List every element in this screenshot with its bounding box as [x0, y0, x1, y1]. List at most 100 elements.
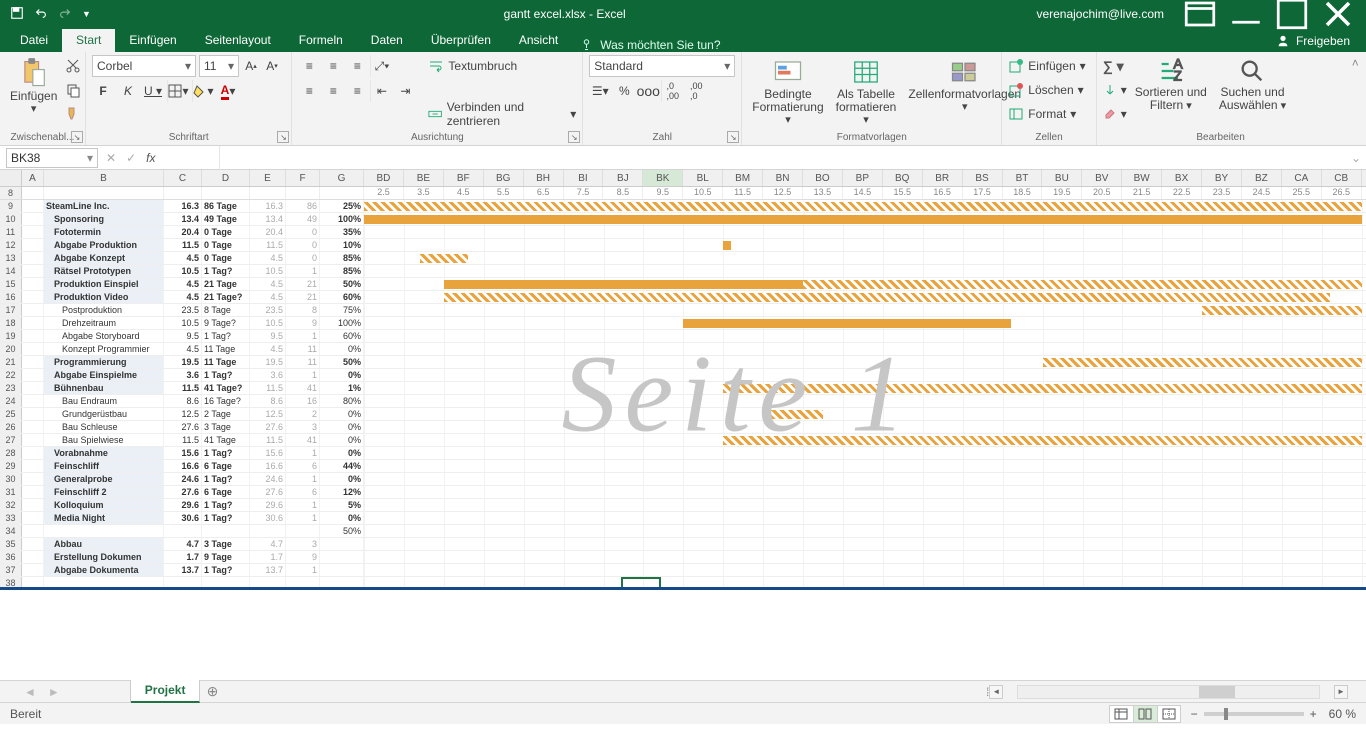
column-header[interactable]: B — [44, 170, 164, 186]
dialog-launcher-icon[interactable]: ↘ — [727, 131, 739, 143]
increase-indent-icon[interactable]: ⇥ — [394, 80, 416, 102]
fill-color-button[interactable]: ▾ — [192, 80, 214, 102]
ribbon-tab-seitenlayout[interactable]: Seitenlayout — [191, 29, 285, 52]
save-icon[interactable] — [10, 6, 24, 23]
column-header[interactable]: C — [164, 170, 202, 186]
align-middle-icon[interactable]: ≡ — [322, 55, 344, 77]
zoom-in-icon[interactable]: + — [1310, 707, 1317, 721]
align-bottom-icon[interactable]: ≡ — [346, 55, 368, 77]
collapse-ribbon-icon[interactable]: ˄ — [1344, 52, 1366, 145]
zoom-level[interactable]: 60 % — [1329, 707, 1356, 721]
column-header[interactable]: BS — [963, 170, 1003, 186]
table-row[interactable]: 16Produktion Video4.521 Tage?4.52160% — [0, 291, 1366, 304]
column-header[interactable]: BE — [404, 170, 444, 186]
column-header[interactable]: BM — [723, 170, 763, 186]
align-left-icon[interactable]: ≡ — [298, 80, 320, 102]
column-header[interactable]: BQ — [883, 170, 923, 186]
dialog-launcher-icon[interactable]: ↘ — [71, 131, 83, 143]
table-row[interactable]: 19Abgabe Storyboard9.51 Tag?9.5160% — [0, 330, 1366, 343]
format-cells-button[interactable]: Format ▾ — [1008, 103, 1085, 125]
fx-icon[interactable]: fx — [146, 151, 155, 165]
copy-button[interactable] — [65, 79, 81, 101]
table-row[interactable]: 29Feinschliff16.66 Tage16.6644% — [0, 460, 1366, 473]
table-row[interactable]: 28Vorabnahme15.61 Tag?15.610% — [0, 447, 1366, 460]
table-row[interactable]: 13Abgabe Konzept4.50 Tage4.5085% — [0, 252, 1366, 265]
column-header[interactable]: BG — [484, 170, 524, 186]
accounting-format-icon[interactable]: ☰▾ — [589, 80, 611, 102]
ribbon-tab-ansicht[interactable]: Ansicht — [505, 29, 572, 52]
table-row[interactable]: 26Bau Schleuse27.63 Tage27.630% — [0, 421, 1366, 434]
align-center-icon[interactable]: ≡ — [322, 80, 344, 102]
ribbon-options-icon[interactable] — [1178, 0, 1222, 28]
column-header[interactable]: BY — [1202, 170, 1242, 186]
redo-icon[interactable] — [58, 6, 72, 23]
qat-dropdown-icon[interactable]: ▼ — [82, 9, 91, 19]
add-sheet-button[interactable]: ⊕ — [200, 683, 224, 700]
sheet-tab[interactable]: Projekt — [131, 680, 201, 703]
column-header[interactable]: BL — [683, 170, 723, 186]
delete-cells-button[interactable]: Löschen ▾ — [1008, 79, 1085, 101]
decrease-decimal-icon[interactable]: ,00,0 — [685, 80, 707, 102]
column-header[interactable]: BH — [524, 170, 564, 186]
ribbon-tab-einfügen[interactable]: Einfügen — [115, 29, 190, 52]
table-row[interactable]: 31Feinschliff 227.66 Tage27.6612% — [0, 486, 1366, 499]
wrap-text-button[interactable]: Textumbruch — [428, 55, 576, 77]
table-row[interactable]: 3450% — [0, 525, 1366, 538]
align-right-icon[interactable]: ≡ — [346, 80, 368, 102]
table-row[interactable]: 17Postproduktion23.58 Tage23.5875% — [0, 304, 1366, 317]
share-button[interactable]: Freigeben — [1260, 30, 1366, 52]
dialog-launcher-icon[interactable]: ↘ — [277, 131, 289, 143]
column-header[interactable]: BX — [1162, 170, 1202, 186]
table-row[interactable]: 30Generalprobe24.61 Tag?24.610% — [0, 473, 1366, 486]
table-row[interactable]: 14Rätsel Prototypen10.51 Tag?10.5185% — [0, 265, 1366, 278]
underline-button[interactable]: U ▾ — [142, 80, 164, 102]
column-header[interactable]: BT — [1003, 170, 1043, 186]
column-header[interactable]: BP — [843, 170, 883, 186]
shrink-font-icon[interactable]: A▾ — [263, 55, 281, 77]
column-header[interactable]: BJ — [603, 170, 643, 186]
page-layout-view-button[interactable] — [1133, 705, 1157, 723]
table-row[interactable]: 10Sponsoring13.449 Tage13.449100% — [0, 213, 1366, 226]
table-row[interactable]: 15Produktion Einspiel4.521 Tage4.52150% — [0, 278, 1366, 291]
dialog-launcher-icon[interactable]: ↘ — [568, 131, 580, 143]
enter-icon[interactable]: ✓ — [126, 151, 136, 165]
table-row[interactable]: 22Abgabe Einspielme3.61 Tag?3.610% — [0, 369, 1366, 382]
column-header[interactable]: BO — [803, 170, 843, 186]
worksheet-grid[interactable]: ABCDEFGBDBEBFBGBHBIBJBKBLBMBNBOBPBQBRBSB… — [0, 170, 1366, 680]
grow-font-icon[interactable]: A▴ — [242, 55, 260, 77]
page-break-view-button[interactable] — [1157, 705, 1181, 723]
column-header[interactable]: CA — [1282, 170, 1322, 186]
column-header[interactable]: BU — [1042, 170, 1082, 186]
cancel-icon[interactable]: ✕ — [106, 151, 116, 165]
table-row[interactable]: 27Bau Spielwiese11.541 Tage11.5410% — [0, 434, 1366, 447]
zoom-control[interactable]: − + 60 % — [1191, 707, 1356, 721]
insert-cells-button[interactable]: Einfügen ▾ — [1008, 55, 1085, 77]
ribbon-tab-datei[interactable]: Datei — [6, 29, 62, 52]
column-header[interactable]: BR — [923, 170, 963, 186]
autosum-button[interactable]: ∑ ▾ — [1103, 55, 1127, 77]
name-box[interactable]: BK38▾ — [6, 148, 98, 168]
column-header[interactable]: BK — [643, 170, 683, 186]
table-row[interactable]: 35Abbau4.73 Tage4.73 — [0, 538, 1366, 551]
table-row[interactable]: 24Bau Endraum8.616 Tage?8.61680% — [0, 395, 1366, 408]
formula-input[interactable] — [222, 148, 1344, 168]
undo-icon[interactable] — [34, 6, 48, 23]
ribbon-tab-daten[interactable]: Daten — [357, 29, 417, 52]
cut-button[interactable] — [65, 55, 81, 77]
table-row[interactable]: 25Grundgerüstbau12.52 Tage12.520% — [0, 408, 1366, 421]
border-button[interactable]: ▾ — [167, 80, 189, 102]
column-header[interactable]: BN — [763, 170, 803, 186]
sort-filter-button[interactable]: AZ Sortieren undFiltern ▾ — [1131, 55, 1211, 114]
horizontal-scrollbar[interactable]: ⁞ ◄► — [986, 684, 1366, 700]
table-row[interactable]: 33Media Night30.61 Tag?30.610% — [0, 512, 1366, 525]
table-row[interactable]: 18Drehzeitraum10.59 Tage?10.59100% — [0, 317, 1366, 330]
format-as-table-button[interactable]: Als Tabelleformatieren ▾ — [832, 55, 901, 128]
column-header[interactable]: BV — [1082, 170, 1122, 186]
sheet-nav-next-icon[interactable]: ► — [42, 685, 66, 699]
percent-format-icon[interactable]: % — [613, 80, 635, 102]
decrease-indent-icon[interactable]: ⇤ — [370, 80, 392, 102]
column-header[interactable]: G — [320, 170, 364, 186]
increase-decimal-icon[interactable]: ,0,00 — [661, 80, 683, 102]
font-name-combo[interactable]: Corbel▾ — [92, 55, 196, 77]
ribbon-tab-start[interactable]: Start — [62, 29, 115, 52]
